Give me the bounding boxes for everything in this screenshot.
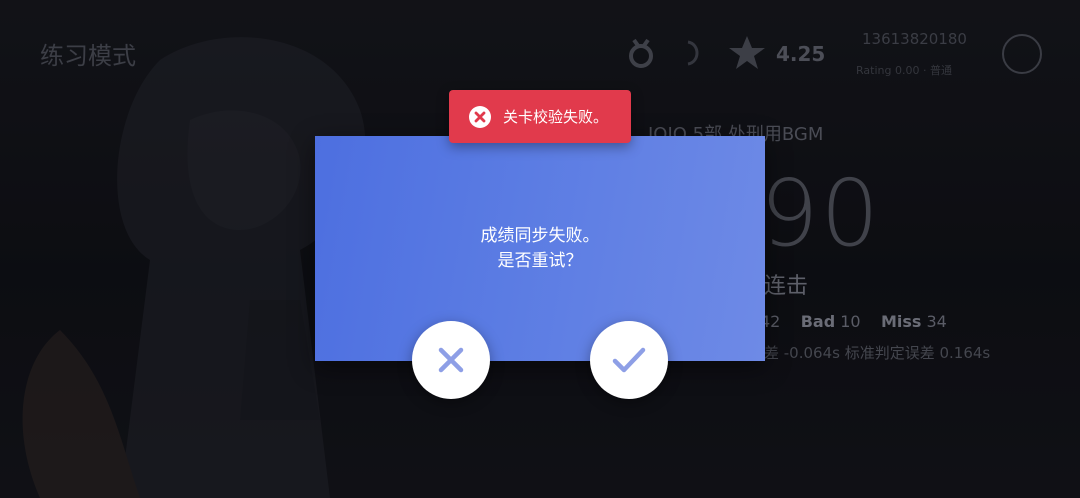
medal-icon xyxy=(629,38,653,68)
toast-message: 关卡校验失败。 xyxy=(503,108,609,126)
background-judgement-stats: 42 Bad 10 Miss 34 xyxy=(760,312,947,331)
check-icon xyxy=(612,347,646,373)
bad-label: Bad xyxy=(800,312,836,331)
close-icon xyxy=(438,347,464,373)
background-combo-label: 连击 xyxy=(764,274,809,299)
background-mode-title: 练习模式 xyxy=(40,42,136,70)
bad-count: 10 xyxy=(840,312,861,331)
moon-icon xyxy=(687,40,699,66)
background-score: 90 xyxy=(760,160,882,267)
avatar[interactable] xyxy=(1002,34,1042,74)
miss-count: 34 xyxy=(926,312,947,331)
error-x-icon xyxy=(469,105,491,128)
background-rating: 4.25 xyxy=(776,42,826,66)
star-icon xyxy=(729,36,765,69)
cancel-button[interactable] xyxy=(412,321,490,399)
background-user-subtitle: Rating 0.00 · 普通 xyxy=(856,64,952,77)
sync-failed-dialog: 成绩同步失败。 是否重试？ xyxy=(315,136,765,361)
miss-label: Miss xyxy=(880,312,922,331)
game-result-screen: 练习模式 4.25 13613820180 Rating 0.00 · 普通 J… xyxy=(0,0,1080,498)
dialog-message-line1: 成绩同步失败。 xyxy=(480,226,600,246)
error-toast: 关卡校验失败。 xyxy=(449,90,631,143)
dialog-message-line2: 是否重试？ xyxy=(497,251,583,271)
retry-confirm-button[interactable] xyxy=(590,321,668,399)
background-offset-info: 差 -0.064s 标准判定误差 0.164s xyxy=(764,344,991,362)
background-user-id: 13613820180 xyxy=(862,30,967,48)
dialog-message: 成绩同步失败。 是否重试？ xyxy=(315,224,765,274)
